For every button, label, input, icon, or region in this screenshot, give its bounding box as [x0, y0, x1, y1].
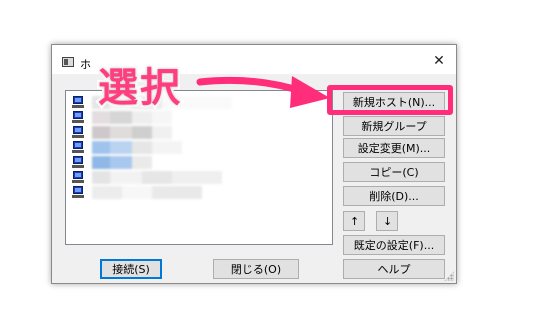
- change-settings-button[interactable]: 設定変更(M)...: [343, 138, 445, 158]
- connect-button[interactable]: 接続(S): [100, 259, 162, 279]
- list-item[interactable]: [72, 171, 322, 184]
- computer-icon: [72, 171, 84, 183]
- annotation-label: 選択: [96, 63, 183, 114]
- computer-icon: [72, 156, 84, 168]
- move-down-button[interactable]: ↓: [376, 211, 398, 231]
- default-settings-button[interactable]: 既定の設定(F)...: [343, 235, 445, 255]
- delete-button[interactable]: 削除(D)...: [343, 186, 445, 206]
- computer-icon: [72, 111, 84, 123]
- copy-button[interactable]: コピー(C): [343, 162, 445, 182]
- computer-icon: [72, 186, 84, 198]
- resize-grip[interactable]: [444, 271, 454, 281]
- list-item[interactable]: [72, 156, 322, 169]
- host-list[interactable]: [65, 90, 333, 245]
- annotation-arrow: [196, 76, 330, 108]
- new-group-button[interactable]: 新規グループ(G)...: [343, 116, 445, 151]
- computer-icon: [72, 126, 84, 138]
- computer-icon: [72, 96, 84, 108]
- computer-icon: [72, 141, 84, 153]
- close-icon[interactable]: ✕: [430, 53, 448, 69]
- list-item[interactable]: [72, 141, 322, 154]
- close-button[interactable]: 閉じる(O): [213, 259, 299, 279]
- highlight-box: [327, 85, 453, 115]
- window-icon: [62, 57, 74, 67]
- list-item[interactable]: [72, 186, 322, 199]
- list-item[interactable]: [72, 126, 322, 139]
- help-button[interactable]: ヘルプ: [343, 259, 445, 279]
- move-up-button[interactable]: ↑: [343, 211, 365, 231]
- window-title: ホ: [80, 58, 91, 71]
